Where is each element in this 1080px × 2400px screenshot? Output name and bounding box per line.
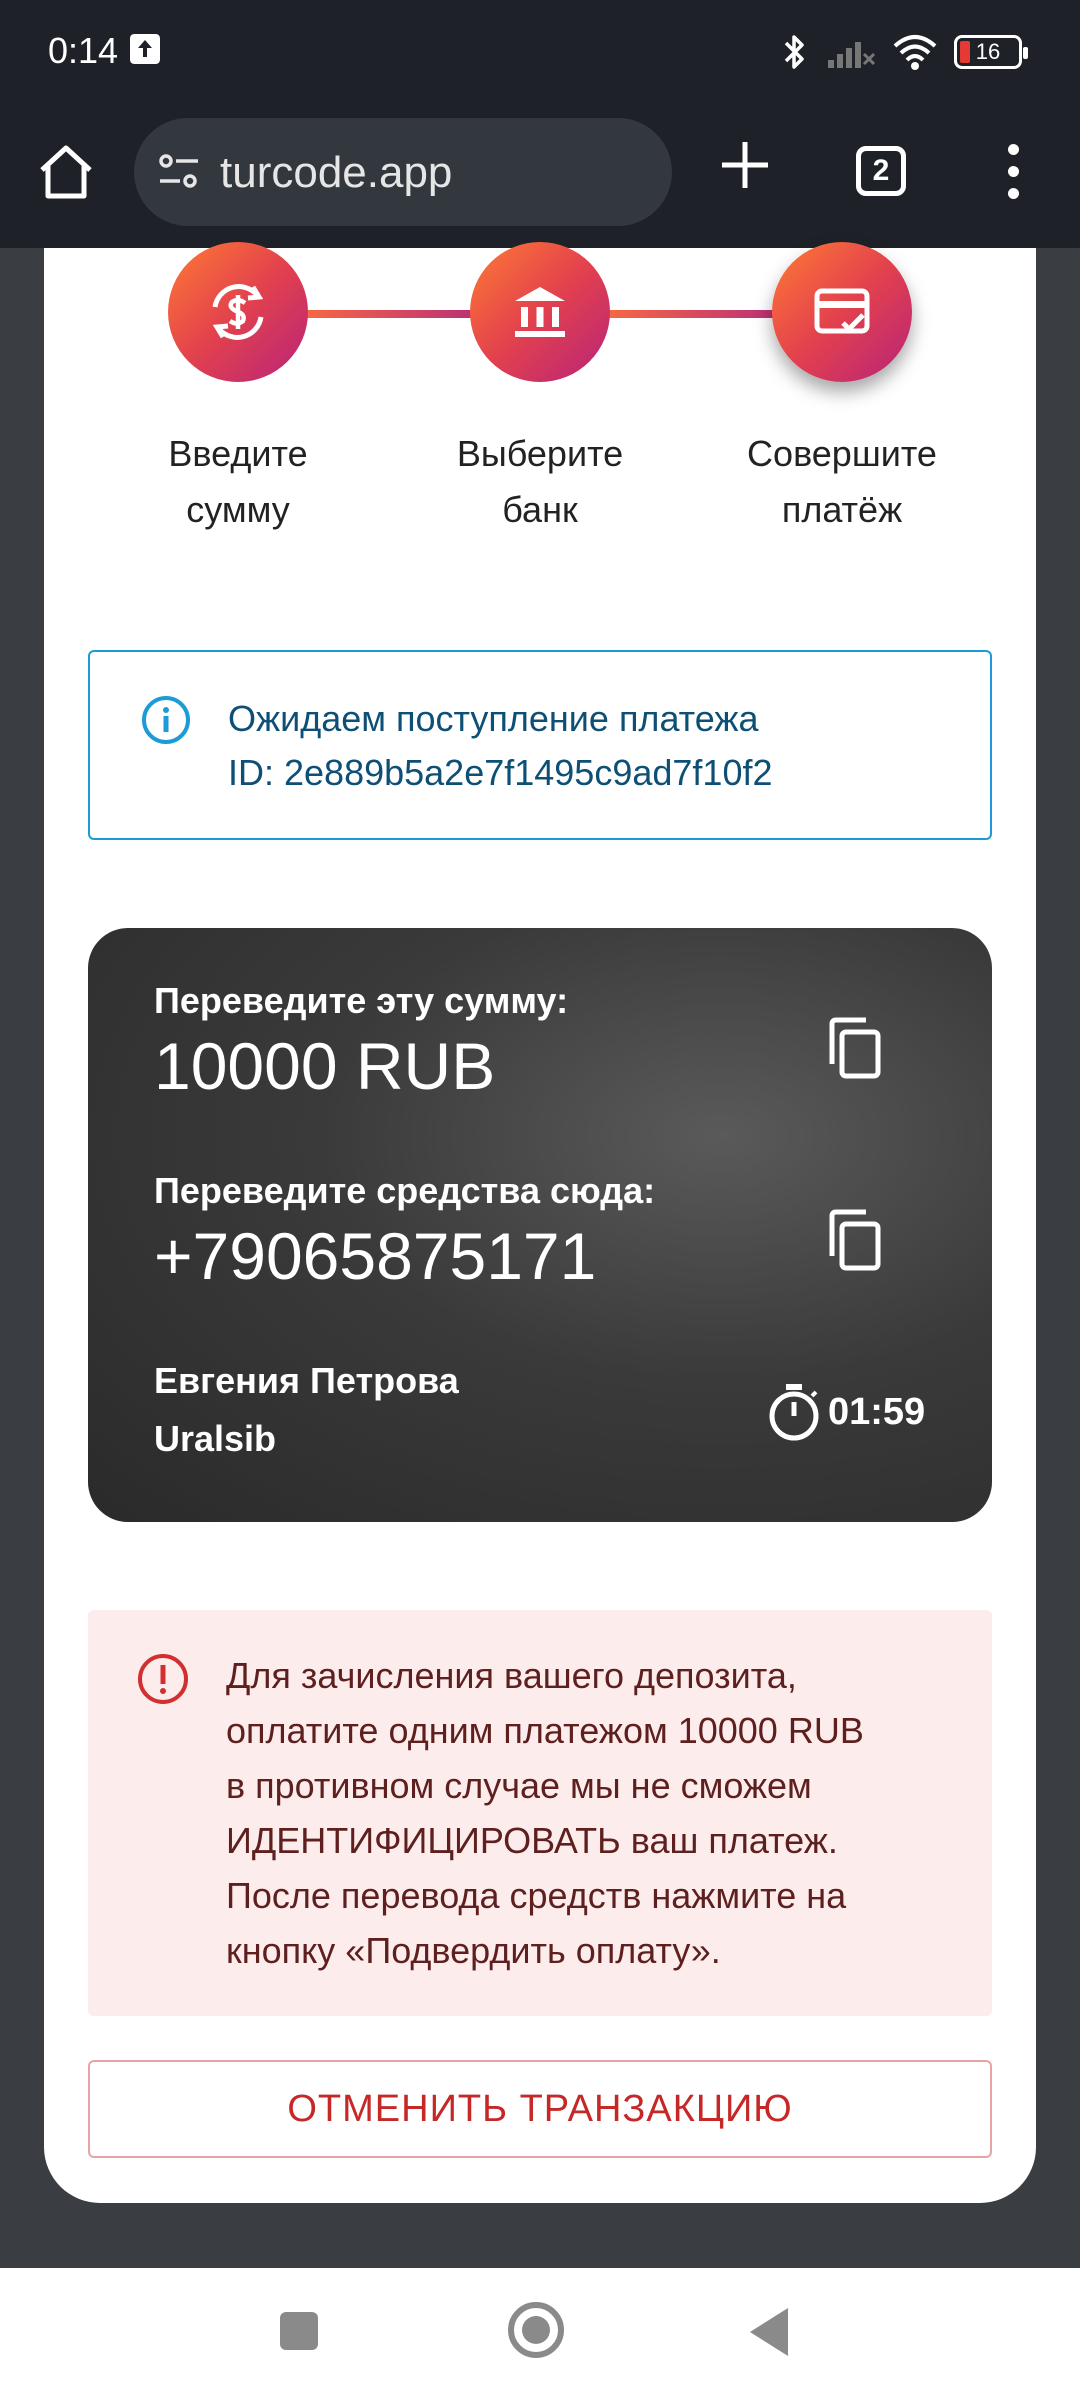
browser-chrome: 0:14 16 turcode.app 2 <box>0 0 1080 248</box>
url-text: turcode.app <box>220 148 453 197</box>
step-label: Совершите платёж <box>747 433 937 530</box>
amount-label: Переведите эту сумму: <box>154 980 569 1021</box>
bank-icon <box>515 287 565 337</box>
recipient-value: +79065875171 <box>154 1219 597 1293</box>
recipient-label: Переведите средства сюда: <box>154 1170 656 1211</box>
bluetooth-icon <box>784 35 804 69</box>
timer-text: 01:59 <box>828 1390 926 1433</box>
bank-name: Uralsib <box>154 1418 277 1459</box>
new-tab-icon[interactable] <box>714 134 776 196</box>
info-message: Ожидаем поступление платежа <box>228 698 759 739</box>
payment-id: ID: 2e889b5a2e7f1495c9ad7f10f2 <box>228 752 773 793</box>
home-button[interactable] <box>508 2302 564 2358</box>
tab-count: 2 <box>872 154 890 187</box>
signal-icon <box>828 42 876 68</box>
site-settings-icon[interactable] <box>156 150 204 194</box>
home-icon[interactable] <box>30 136 102 208</box>
upload-icon <box>130 34 160 64</box>
error-icon <box>138 1654 188 1704</box>
step-choose-bank: Выберите банк <box>410 242 670 538</box>
info-icon <box>142 696 190 744</box>
status-icons: 16 <box>780 30 1028 74</box>
wifi-icon <box>893 35 937 70</box>
awaiting-payment-info: Ожидаем поступление платежа ID: 2e889b5a… <box>88 650 992 840</box>
currency-exchange-icon <box>212 284 264 340</box>
info-text: Ожидаем поступление платежа ID: 2e889b5a… <box>228 692 772 800</box>
progress-steps: Введите сумму Выберите банк Совершите пл… <box>44 242 1036 578</box>
step-circle <box>470 242 610 382</box>
more-menu-icon[interactable] <box>998 144 1028 204</box>
page-area: Введите сумму Выберите банк Совершите пл… <box>0 242 1080 2268</box>
payment-card-container: Введите сумму Выберите банк Совершите пл… <box>44 242 1036 2203</box>
back-button[interactable] <box>750 2308 788 2356</box>
recents-button[interactable] <box>280 2312 318 2350</box>
system-nav-bar <box>0 2268 1080 2400</box>
battery-icon: 16 <box>954 35 1028 69</box>
step-circle-active <box>772 242 912 382</box>
amount-value: 10000 RUB <box>154 1029 496 1103</box>
copy-amount-icon[interactable] <box>824 1014 888 1084</box>
tab-switcher-button[interactable]: 2 <box>856 146 906 196</box>
step-circle <box>168 242 308 382</box>
step-label: Введите сумму <box>168 433 308 530</box>
cancel-transaction-button[interactable]: ОТМЕНИТЬ ТРАНЗАКЦИЮ <box>88 2060 992 2158</box>
payment-details-card: Переведите эту сумму: 10000 RUB Переведи… <box>88 928 992 1522</box>
copy-recipient-icon[interactable] <box>824 1206 888 1276</box>
url-bar[interactable]: turcode.app <box>134 118 672 226</box>
status-bar: 0:14 16 <box>0 0 1080 104</box>
step-enter-amount: Введите сумму <box>108 242 368 538</box>
card-check-icon <box>814 288 870 334</box>
account-holder: Евгения Петрова <box>154 1360 459 1401</box>
battery-level: 16 <box>975 39 1001 64</box>
address-bar-row: turcode.app 2 <box>0 112 1080 232</box>
warning-text: Для зачисления вашего депозита, оплатите… <box>226 1655 864 1971</box>
step-label: Выберите банк <box>456 433 624 530</box>
status-time: 0:14 <box>48 30 119 71</box>
payment-warning: Для зачисления вашего депозита, оплатите… <box>88 1610 992 2016</box>
countdown-timer: 01:59 <box>766 1382 925 1442</box>
timer-icon <box>769 1384 819 1441</box>
step-make-payment: Совершите платёж <box>712 242 972 538</box>
